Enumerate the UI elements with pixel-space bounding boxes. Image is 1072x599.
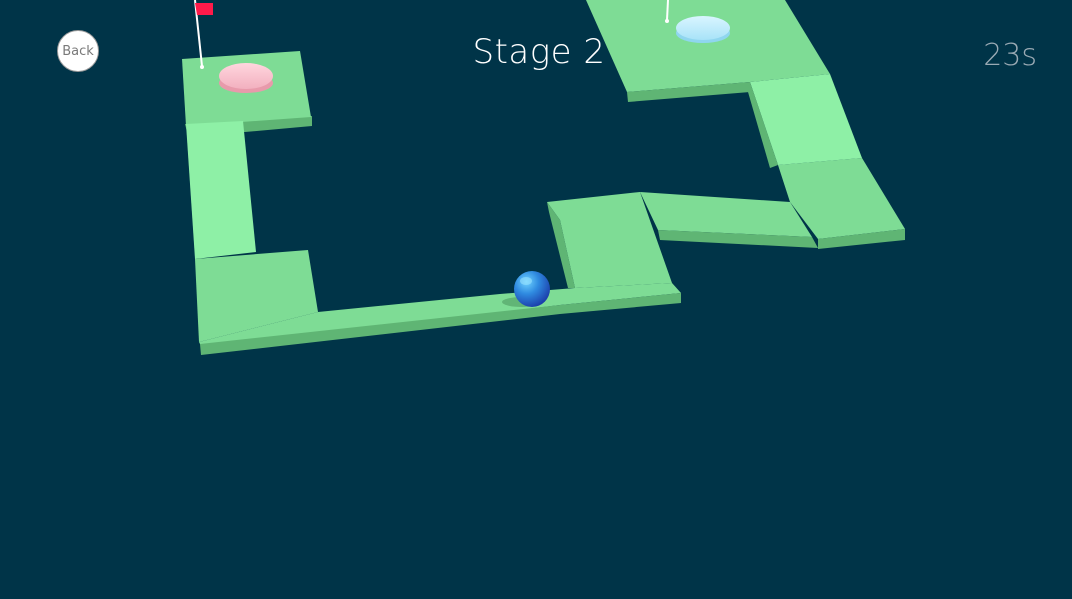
back-button[interactable]: Back [57,30,99,72]
start-hole [219,63,273,93]
path-left-section [182,51,318,342]
game-scene [182,0,905,355]
stage-title: Stage 2 [472,32,606,72]
player-ball[interactable] [502,271,550,307]
goal-hole [676,16,730,43]
timer-display: 23s [983,38,1037,73]
back-button-label: Back [62,43,94,59]
